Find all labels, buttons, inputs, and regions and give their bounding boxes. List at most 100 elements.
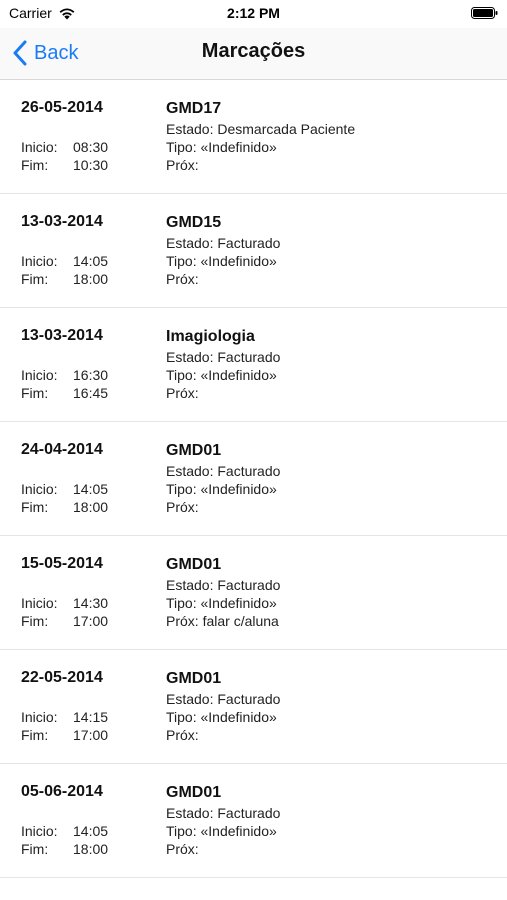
appointment-start-time: Inicio: 14:30 [21,595,108,611]
end-label: Fim: [21,841,49,857]
appointment-date: 26-05-2014 [21,99,103,116]
status-label: Estado: [166,349,214,365]
type-value: «Indefinido» [200,367,277,383]
appointment-title: GMD01 [166,784,222,801]
appointment-type: Tipo: «Indefinido» [166,367,277,383]
appointment-row[interactable]: 13-03-2014 Inicio: 14:05 Fim: 18:00 GMD1… [0,194,507,308]
status-label: Estado: [166,121,214,137]
next-label: Próx: [166,613,199,629]
appointment-row[interactable]: 05-06-2014 Inicio: 14:05 Fim: 18:00 GMD0… [0,764,507,878]
start-label: Inicio: [21,139,58,155]
appointment-end-time: Fim: 10:30 [21,157,108,173]
navigation-bar: Back Marcações [0,28,507,80]
appointment-date: 13-03-2014 [21,213,103,230]
status-value: Facturado [217,463,281,479]
type-label: Tipo: [166,253,197,269]
appointment-date: 22-05-2014 [21,669,103,686]
status-label: Estado: [166,235,214,251]
appointment-end-time: Fim: 18:00 [21,271,108,287]
start-label: Inicio: [21,595,58,611]
start-label: Inicio: [21,481,58,497]
start-value: 14:05 [73,823,109,839]
status-value: Facturado [217,235,281,251]
type-label: Tipo: [166,367,197,383]
status-value: Facturado [217,691,281,707]
status-value: Desmarcada Paciente [217,121,356,137]
appointment-title: Imagiologia [166,328,255,345]
end-value: 16:45 [73,385,109,401]
appointment-row[interactable]: 22-05-2014 Inicio: 14:15 Fim: 17:00 GMD0… [0,650,507,764]
appointment-end-time: Fim: 17:00 [21,613,108,629]
end-value: 18:00 [73,841,109,857]
start-label: Inicio: [21,823,58,839]
appointment-end-time: Fim: 18:00 [21,841,108,857]
appointment-next: Próx: [166,727,199,743]
start-value: 14:15 [73,709,109,725]
start-value: 14:05 [73,253,109,269]
battery-icon [471,7,498,19]
type-label: Tipo: [166,595,197,611]
appointment-status: Estado: Facturado [166,577,280,593]
appointment-row[interactable]: 24-04-2014 Inicio: 14:05 Fim: 18:00 GMD0… [0,422,507,536]
appointment-type: Tipo: «Indefinido» [166,709,277,725]
appointment-next: Próx: [166,271,199,287]
page-title: Marcações [201,40,306,62]
end-label: Fim: [21,385,49,401]
appointment-date: 05-06-2014 [21,783,103,800]
appointment-row[interactable]: 13-03-2014 Inicio: 16:30 Fim: 16:45 Imag… [0,308,507,422]
appointment-date: 24-04-2014 [21,441,103,458]
appointment-type: Tipo: «Indefinido» [166,481,277,497]
appointment-end-time: Fim: 17:00 [21,727,108,743]
end-label: Fim: [21,727,49,743]
status-label: Estado: [166,463,214,479]
type-value: «Indefinido» [200,595,277,611]
start-value: 16:30 [73,367,109,383]
appointment-start-time: Inicio: 14:15 [21,709,108,725]
start-label: Inicio: [21,709,58,725]
appointment-row[interactable]: 15-05-2014 Inicio: 14:30 Fim: 17:00 GMD0… [0,536,507,650]
appointment-title: GMD01 [166,442,222,459]
appointment-row[interactable]: 26-05-2014 Inicio: 08:30 Fim: 10:30 GMD1… [0,80,507,194]
appointment-next: Próx: [166,841,199,857]
end-value: 17:00 [73,727,109,743]
appointment-status: Estado: Facturado [166,349,280,365]
start-value: 08:30 [73,139,109,155]
status-label: Estado: [166,691,214,707]
appointment-next: Próx: falar c/aluna [166,613,279,629]
appointment-start-time: Inicio: 08:30 [21,139,108,155]
end-label: Fim: [21,271,49,287]
end-value: 17:00 [73,613,109,629]
appointment-start-time: Inicio: 14:05 [21,481,108,497]
appointment-status: Estado: Facturado [166,235,280,251]
type-value: «Indefinido» [200,823,277,839]
end-value: 10:30 [73,157,109,173]
next-label: Próx: [166,727,199,743]
end-value: 18:00 [73,499,109,515]
appointment-title: GMD17 [166,100,222,117]
status-value: Facturado [217,349,281,365]
end-label: Fim: [21,499,49,515]
start-value: 14:30 [73,595,109,611]
appointment-next: Próx: [166,385,199,401]
type-value: «Indefinido» [200,253,277,269]
type-label: Tipo: [166,709,197,725]
appointment-type: Tipo: «Indefinido» [166,253,277,269]
appointment-start-time: Inicio: 14:05 [21,823,108,839]
next-label: Próx: [166,499,199,515]
status-value: Facturado [217,577,281,593]
type-value: «Indefinido» [200,709,277,725]
end-value: 18:00 [73,271,109,287]
appointment-title: GMD15 [166,214,222,231]
type-value: «Indefinido» [200,481,277,497]
appointment-type: Tipo: «Indefinido» [166,595,277,611]
appointment-end-time: Fim: 16:45 [21,385,108,401]
type-label: Tipo: [166,823,197,839]
status-bar: Carrier 2:12 PM [0,0,507,28]
start-label: Inicio: [21,253,58,269]
status-label: Estado: [166,805,214,821]
status-time: 2:12 PM [227,5,280,21]
appointment-next: Próx: [166,499,199,515]
appointment-type: Tipo: «Indefinido» [166,823,277,839]
appointment-next: Próx: [166,157,199,173]
type-label: Tipo: [166,139,197,155]
